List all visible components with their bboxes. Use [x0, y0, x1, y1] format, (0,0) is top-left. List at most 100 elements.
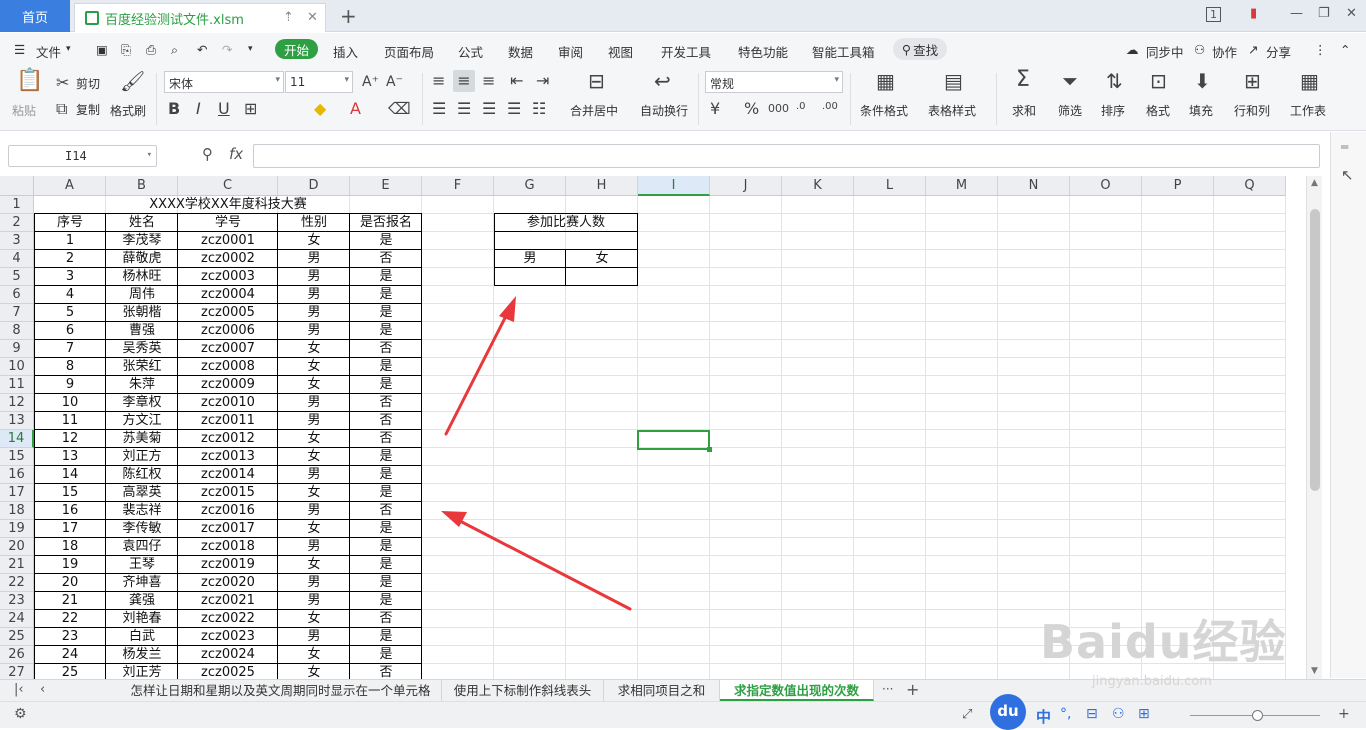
data-cell[interactable]: zcz0007	[178, 340, 278, 358]
data-cell[interactable]: 19	[34, 556, 106, 574]
row-header-18[interactable]: 18	[0, 502, 34, 520]
data-cell[interactable]: 杨发兰	[106, 646, 178, 664]
paste-icon[interactable]: 📋	[16, 70, 43, 92]
data-cell[interactable]: 裴志祥	[106, 502, 178, 520]
data-cell[interactable]: 张荣红	[106, 358, 178, 376]
sheet-tab-active[interactable]: 求指定数值出现的次数	[720, 680, 874, 701]
wrap-text-label[interactable]: 自动换行	[640, 102, 688, 119]
close-tab-icon[interactable]: ✕	[307, 10, 318, 25]
data-cell[interactable]: 曹强	[106, 322, 178, 340]
data-cell[interactable]: 男	[278, 322, 350, 340]
menu-data[interactable]: 数据	[508, 42, 533, 61]
header-cell[interactable]: 是否报名	[350, 214, 422, 232]
data-cell[interactable]: zcz0016	[178, 502, 278, 520]
data-cell[interactable]: 13	[34, 448, 106, 466]
font-size-select[interactable]: 11 ▾	[285, 71, 353, 93]
data-cell[interactable]: 是	[350, 322, 422, 340]
vertical-scroll-thumb[interactable]	[1310, 209, 1320, 491]
row-header-22[interactable]: 22	[0, 574, 34, 592]
data-cell[interactable]: 12	[34, 430, 106, 448]
data-cell[interactable]: 是	[350, 520, 422, 538]
decrease-font-icon[interactable]: A⁻	[386, 74, 403, 90]
data-cell[interactable]: 袁四仔	[106, 538, 178, 556]
undo-icon[interactable]: ↶	[197, 42, 207, 57]
data-cell[interactable]: 是	[350, 376, 422, 394]
data-cell[interactable]: 16	[34, 502, 106, 520]
align-middle-icon[interactable]: ≡	[453, 70, 475, 92]
row-header-19[interactable]: 19	[0, 520, 34, 538]
align-bottom-icon[interactable]: ≡	[482, 73, 495, 89]
data-cell[interactable]: 17	[34, 520, 106, 538]
data-cell[interactable]: 刘正方	[106, 448, 178, 466]
search-button[interactable]: ⚲ 查找	[893, 38, 947, 60]
italic-icon[interactable]: I	[196, 101, 201, 117]
data-cell[interactable]: 周伟	[106, 286, 178, 304]
table-style-label[interactable]: 表格样式	[928, 102, 976, 119]
data-cell[interactable]: 否	[350, 610, 422, 628]
more-icon[interactable]: ⋮	[1314, 42, 1327, 57]
data-cell[interactable]: 是	[350, 232, 422, 250]
data-cell[interactable]: 男	[278, 412, 350, 430]
data-cell[interactable]: 张朝楷	[106, 304, 178, 322]
wrap-text-icon[interactable]: ↩	[654, 71, 671, 91]
data-cell[interactable]: 刘正芳	[106, 664, 178, 679]
align-top-icon[interactable]: ≡	[432, 73, 445, 89]
data-cell[interactable]: 朱萍	[106, 376, 178, 394]
column-header-O[interactable]: O	[1070, 176, 1142, 196]
paste-label[interactable]: 粘贴	[12, 102, 36, 119]
share-button[interactable]: 分享	[1266, 42, 1291, 61]
data-cell[interactable]: zcz0002	[178, 250, 278, 268]
data-cell[interactable]: 女	[278, 376, 350, 394]
data-cell[interactable]: 白武	[106, 628, 178, 646]
sheet-tab[interactable]: 怎样让日期和星期以及英文周期同时显示在一个单元格	[120, 680, 442, 701]
header-cell[interactable]: 学号	[178, 214, 278, 232]
data-cell[interactable]: 是	[350, 574, 422, 592]
home-tab[interactable]: 首页	[0, 0, 70, 32]
row-header-24[interactable]: 24	[0, 610, 34, 628]
data-cell[interactable]: 否	[350, 250, 422, 268]
format-icon[interactable]: ⊡	[1150, 71, 1167, 91]
data-cell[interactable]: 1	[34, 232, 106, 250]
data-cell[interactable]: 女	[278, 664, 350, 679]
fill-handle[interactable]	[707, 447, 712, 452]
macro-record-icon[interactable]: ⚙	[14, 706, 27, 722]
currency-icon[interactable]: ¥	[710, 101, 720, 117]
column-header-A[interactable]: A	[34, 176, 106, 196]
column-header-K[interactable]: K	[782, 176, 854, 196]
data-cell[interactable]: 是	[350, 538, 422, 556]
file-tab[interactable]: 百度经验测试文件.xlsm ⇡ ✕	[74, 3, 326, 32]
row-header-1[interactable]: 1	[0, 196, 34, 214]
data-cell[interactable]: 14	[34, 466, 106, 484]
sheet-tab[interactable]: 求相同项目之和	[604, 680, 720, 701]
cursor-select-icon[interactable]: ↖	[1341, 166, 1354, 184]
sheet-tab[interactable]: 使用上下标制作斜线表头	[442, 680, 604, 701]
data-cell[interactable]: 苏美菊	[106, 430, 178, 448]
row-header-6[interactable]: 6	[0, 286, 34, 304]
row-header-10[interactable]: 10	[0, 358, 34, 376]
font-color-icon[interactable]: A	[350, 101, 361, 117]
copy-icon[interactable]: ⧉	[56, 101, 67, 117]
align-left-icon[interactable]: ☰	[432, 101, 446, 117]
border-icon[interactable]: ⊞	[244, 101, 257, 117]
data-cell[interactable]: 5	[34, 304, 106, 322]
data-cell[interactable]: 齐坤喜	[106, 574, 178, 592]
conditional-format-icon[interactable]: ▦	[876, 71, 895, 91]
menu-review[interactable]: 审阅	[558, 42, 583, 61]
row-header-7[interactable]: 7	[0, 304, 34, 322]
column-header-L[interactable]: L	[854, 176, 926, 196]
data-cell[interactable]: 男	[278, 304, 350, 322]
decrease-decimal-icon[interactable]: .00	[822, 99, 838, 115]
table-style-icon[interactable]: ▤	[944, 71, 963, 91]
data-cell[interactable]: 否	[350, 502, 422, 520]
data-cell[interactable]: 6	[34, 322, 106, 340]
chevron-down-icon[interactable]: ▾	[66, 44, 71, 54]
format-painter-label[interactable]: 格式刷	[110, 102, 146, 119]
collapse-ribbon-icon[interactable]: ⌃	[1340, 42, 1350, 57]
fx-button[interactable]: fx	[229, 145, 243, 163]
summary-title-cell[interactable]: 参加比赛人数	[494, 214, 638, 232]
data-cell[interactable]: 7	[34, 340, 106, 358]
data-cell[interactable]: zcz0012	[178, 430, 278, 448]
data-cell[interactable]: 男	[278, 394, 350, 412]
data-cell[interactable]: zcz0013	[178, 448, 278, 466]
format-painter-icon[interactable]: 🖌	[120, 71, 145, 91]
